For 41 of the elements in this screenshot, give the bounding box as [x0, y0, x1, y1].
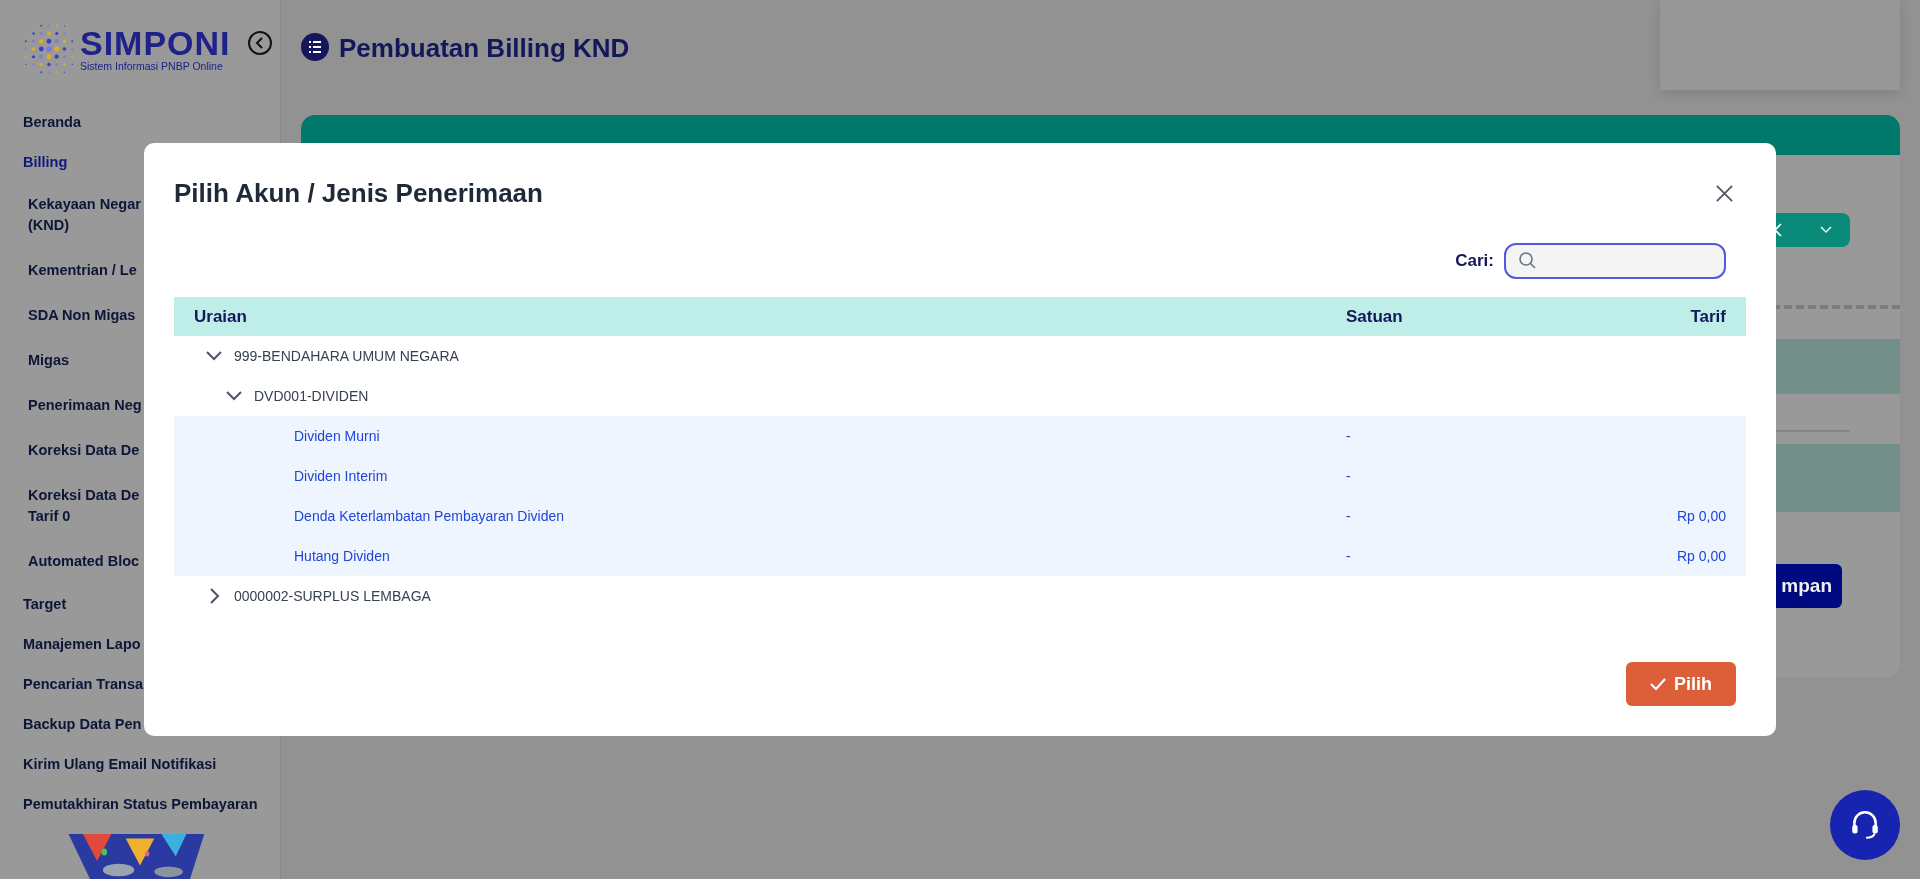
sidebar-subitem[interactable]: SDA Non Migas [28, 305, 136, 326]
sidebar-item[interactable]: Pencarian Transa [0, 664, 144, 704]
table-cell: - [1346, 508, 1351, 524]
sidebar-subitem[interactable]: (KND) [28, 215, 70, 236]
logo-name: SIMPONI [80, 26, 231, 60]
sidebar-item[interactable]: Pemutakhiran Status Pembayaran [0, 784, 258, 824]
sidebar-subitem[interactable]: Kementrian / Le [28, 260, 137, 281]
save-button[interactable]: mpan [1776, 564, 1842, 608]
sidebar-item[interactable]: Manajemen Lapo [0, 624, 141, 664]
account-link[interactable]: Dividen Murni [294, 428, 380, 444]
tree-group[interactable]: 0000002-SURPLUS LEMBAGA [234, 588, 431, 604]
page-title: Pembuatan Billing KND [339, 33, 630, 64]
table-cell: Rp 0,00 [1676, 508, 1726, 524]
sidebar-subitem[interactable]: Kekayaan Negar [28, 194, 141, 215]
table-cell: Rp 0,00 [1676, 548, 1726, 564]
column-header: Tarif [1689, 306, 1727, 327]
sidebar-subitem[interactable]: Penerimaan Neg [28, 395, 142, 416]
account-link[interactable]: Denda Keterlambatan Pembayaran Dividen [294, 508, 565, 524]
column-header: Satuan [1346, 306, 1404, 327]
sidebar-subitem[interactable]: Automated Bloc [28, 551, 140, 572]
sidebar-subitem[interactable]: Tarif 0 [28, 506, 71, 527]
table-cell: - [1346, 548, 1351, 564]
account-link[interactable]: Dividen Interim [294, 468, 388, 484]
search-label: Cari: [1455, 251, 1494, 271]
tree-group[interactable]: DVD001-DIVIDEN [254, 388, 369, 404]
select-button[interactable]: Pilih [1626, 662, 1736, 706]
sidebar-item[interactable]: Kirim Ulang Email Notifikasi [0, 744, 217, 784]
column-header: Uraian [193, 306, 248, 327]
table-cell: - [1346, 428, 1351, 444]
modal-title: Pilih Akun / Jenis Penerimaan [174, 177, 543, 209]
sidebar-item[interactable]: Billing [0, 142, 68, 182]
sidebar-subitem[interactable]: Koreksi Data De [28, 485, 140, 506]
sidebar-subitem[interactable]: Migas [28, 350, 70, 371]
table-cell: - [1346, 468, 1351, 484]
account-link[interactable]: Hutang Dividen [294, 548, 390, 564]
sidebar-item[interactable]: Backup Data Pen [0, 704, 142, 744]
tree-group[interactable]: 999-BENDAHARA UMUM NEGARA [234, 348, 459, 364]
sidebar-item[interactable]: Target [0, 584, 67, 624]
sidebar-item[interactable]: Beranda [0, 102, 82, 142]
logo-subtitle: Sistem Informasi PNBP Online [80, 60, 224, 72]
sidebar-subitem[interactable]: Koreksi Data De [28, 440, 140, 461]
